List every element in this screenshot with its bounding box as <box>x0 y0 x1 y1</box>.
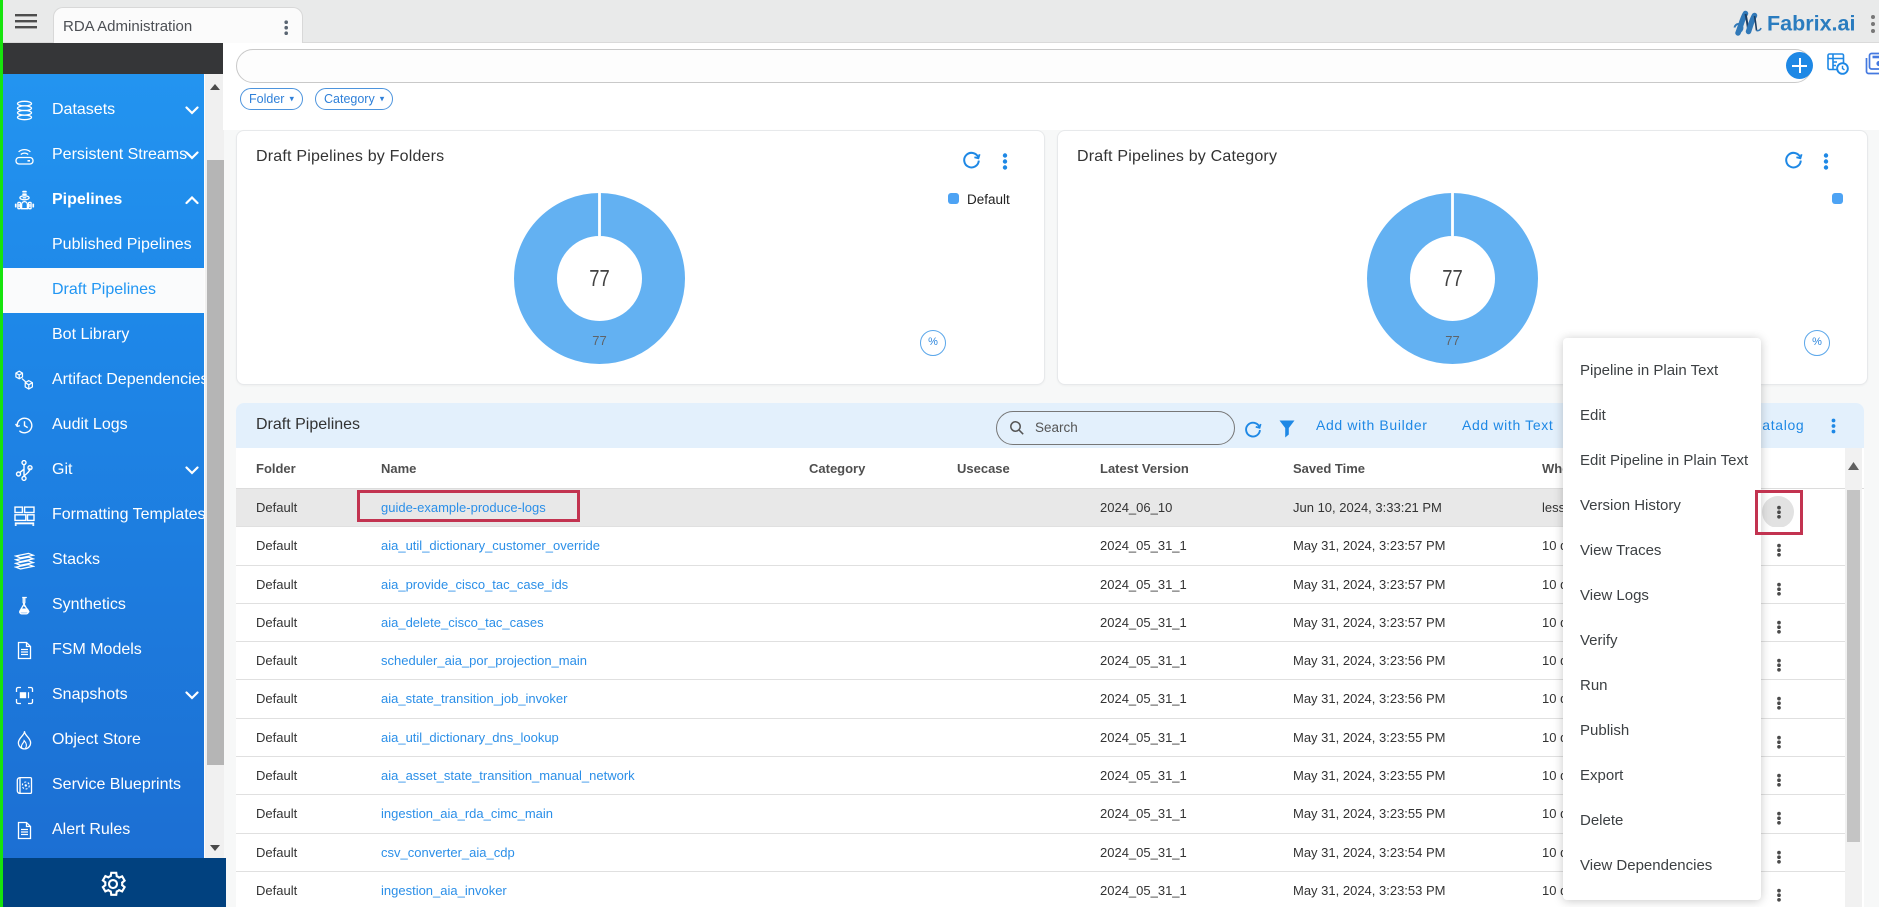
svg-text:Fabrix.ai: Fabrix.ai <box>1767 12 1855 36</box>
